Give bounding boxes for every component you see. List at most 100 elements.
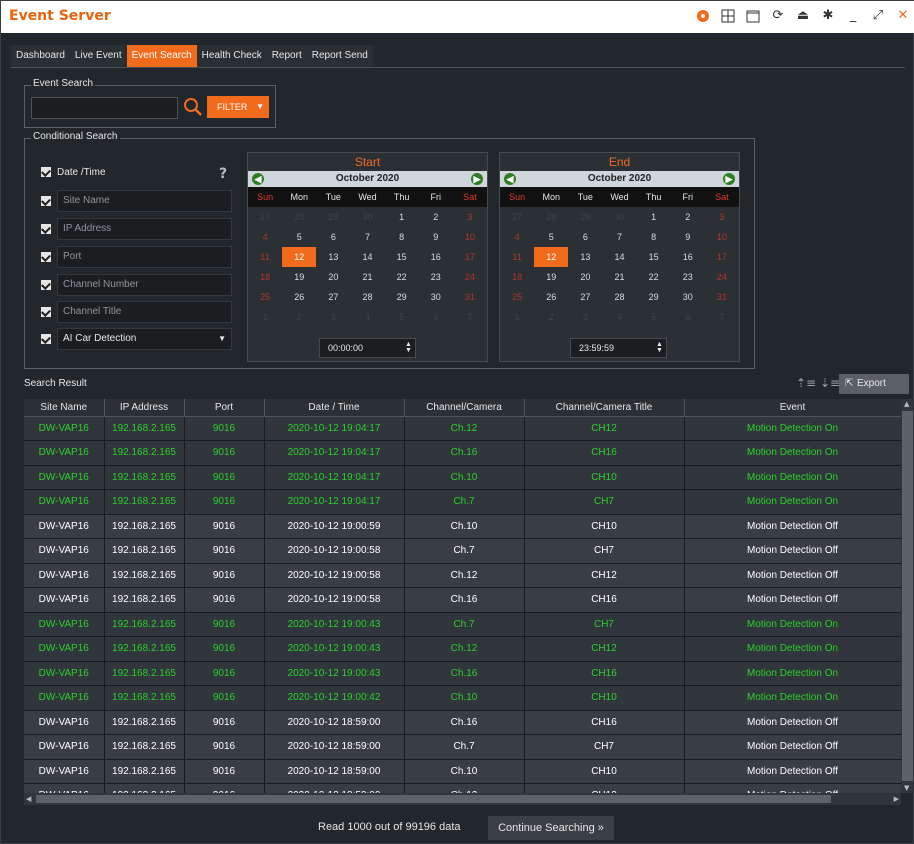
sort-descending-icon[interactable]: ⇣≡ bbox=[820, 376, 840, 390]
scroll-down-icon[interactable]: ▼ bbox=[904, 784, 909, 792]
ai-detection-select[interactable]: AI Car Detection ▼ bbox=[57, 328, 232, 350]
calendar-day[interactable]: 13 bbox=[316, 247, 350, 267]
calendar-day[interactable]: 12 bbox=[282, 247, 317, 267]
tab-report-send[interactable]: Report Send bbox=[306, 45, 373, 67]
channel-title-checkbox[interactable] bbox=[41, 307, 51, 317]
maximize-icon[interactable]: ⤢ bbox=[870, 8, 886, 24]
calendar-day[interactable]: 31 bbox=[453, 287, 487, 307]
calendar-day[interactable]: 8 bbox=[385, 227, 419, 247]
table-row[interactable]: DW-VAP16 192.168.2.165 9016 2020-10-12 19:0… bbox=[24, 465, 901, 490]
calendar-day[interactable]: 3 bbox=[568, 307, 602, 327]
calendar-day[interactable]: 3 bbox=[316, 307, 350, 327]
port-field[interactable]: Port bbox=[57, 246, 232, 268]
table-row[interactable]: DW-VAP16192.168.2.16590162020-10-12 18:5… bbox=[24, 734, 901, 760]
calendar-day[interactable]: 4 bbox=[602, 307, 636, 327]
window-icon[interactable] bbox=[745, 8, 761, 24]
calendar-day[interactable]: 5 bbox=[282, 227, 316, 247]
calendar-day[interactable]: 7 bbox=[350, 227, 384, 247]
calendar-day[interactable]: 2 bbox=[534, 307, 568, 327]
calendar-day[interactable]: 4 bbox=[248, 227, 282, 247]
calendar-day[interactable]: 21 bbox=[350, 267, 384, 287]
calendar-day[interactable]: 1 bbox=[500, 307, 534, 327]
table-row[interactable]: DW-VAP16 192.168.2.165 9016 2020-10-12 19:0… bbox=[24, 538, 901, 564]
calendar-day[interactable]: 15 bbox=[637, 247, 671, 267]
tab-event-search[interactable]: Event Search bbox=[126, 45, 197, 67]
end-time-field[interactable]: 23:59:59 ▲ ▼ bbox=[570, 338, 667, 358]
channel-number-field[interactable]: Channel Number bbox=[57, 274, 232, 296]
table-row[interactable]: DW-VAP16192.168.2.16590162020-10-12 18:5… bbox=[24, 710, 901, 735]
calendar-day[interactable]: 10 bbox=[705, 227, 739, 247]
calendar-day[interactable]: 24 bbox=[705, 267, 739, 287]
calendar-day[interactable]: 7 bbox=[602, 227, 636, 247]
channel-number-checkbox[interactable] bbox=[41, 280, 51, 290]
prev-month-icon[interactable]: ◀ bbox=[504, 173, 516, 185]
site-name-checkbox[interactable] bbox=[41, 196, 51, 206]
table-row[interactable]: DW-VAP16 192.168.2.165 9016 2020-10-12 19:0… bbox=[24, 587, 901, 613]
next-month-icon[interactable]: ▶ bbox=[471, 173, 483, 185]
export-button[interactable]: ⇱ Export bbox=[839, 374, 909, 394]
calendar-day[interactable]: 15 bbox=[385, 247, 419, 267]
refresh-icon[interactable]: ⟳ bbox=[770, 8, 786, 24]
calendar-day[interactable]: 19 bbox=[282, 267, 316, 287]
column-header[interactable]: Date / Time bbox=[264, 399, 405, 417]
calendar-day[interactable]: 18 bbox=[500, 267, 534, 287]
date-time-checkbox[interactable] bbox=[41, 167, 51, 177]
column-header[interactable]: Channel/Camera Title bbox=[524, 399, 685, 417]
calendar-day[interactable]: 5 bbox=[637, 307, 671, 327]
calendar-day[interactable]: 1 bbox=[637, 207, 671, 227]
calendar-day[interactable]: 12 bbox=[534, 247, 569, 267]
calendar-day[interactable]: 20 bbox=[568, 267, 602, 287]
filter-button[interactable]: FILTER ▼ bbox=[207, 96, 269, 118]
calendar-day[interactable]: 22 bbox=[637, 267, 671, 287]
date-time-row[interactable]: Date /Time bbox=[41, 161, 232, 183]
calendar-day[interactable]: 28 bbox=[534, 207, 568, 227]
settings-icon[interactable]: ✱ bbox=[820, 8, 836, 24]
calendar-day[interactable]: 7 bbox=[705, 307, 739, 327]
calendar-day[interactable]: 27 bbox=[316, 287, 350, 307]
calendar-day[interactable]: 4 bbox=[500, 227, 534, 247]
scroll-up-icon[interactable]: ▲ bbox=[904, 400, 909, 408]
calendar-day[interactable]: 27 bbox=[500, 207, 534, 227]
calendar-day[interactable]: 24 bbox=[453, 267, 487, 287]
layout-icon[interactable] bbox=[720, 8, 736, 24]
calendar-day[interactable]: 14 bbox=[602, 247, 636, 267]
calendar-day[interactable]: 30 bbox=[419, 287, 453, 307]
spinner-icon[interactable]: ▲ ▼ bbox=[656, 341, 663, 354]
table-row[interactable]: DW-VAP16 192.168.2.165 9016 2020-10-12 19:0… bbox=[24, 612, 901, 637]
calendar-day[interactable]: 6 bbox=[419, 307, 453, 327]
calendar-day[interactable]: 10 bbox=[453, 227, 487, 247]
calendar-day[interactable]: 17 bbox=[453, 247, 487, 267]
port-checkbox[interactable] bbox=[41, 252, 51, 262]
vertical-scrollbar[interactable]: ▲ ▼ bbox=[901, 399, 914, 793]
tab-dashboard[interactable]: Dashboard bbox=[11, 45, 70, 67]
calendar-day[interactable]: 28 bbox=[350, 287, 384, 307]
scroll-left-icon[interactable]: ◀ bbox=[26, 795, 31, 803]
help-icon[interactable]: ? bbox=[219, 166, 227, 182]
calendar-day[interactable]: 26 bbox=[534, 287, 568, 307]
table-row[interactable]: DW-VAP16 192.168.2.165 9016 2020-10-12 19:0… bbox=[24, 636, 901, 662]
tab-live-event[interactable]: Live Event bbox=[69, 45, 127, 67]
calendar-day[interactable]: 29 bbox=[637, 287, 671, 307]
calendar-day[interactable]: 2 bbox=[671, 207, 705, 227]
table-row[interactable]: DW-VAP16 192.168.2.165 9016 2020-10-12 19:0… bbox=[24, 440, 901, 466]
calendar-day[interactable]: 6 bbox=[671, 307, 705, 327]
calendar-day[interactable]: 30 bbox=[602, 207, 636, 227]
calendar-day[interactable]: 20 bbox=[316, 267, 350, 287]
calendar-day[interactable]: 23 bbox=[419, 267, 453, 287]
calendar-day[interactable]: 25 bbox=[248, 287, 282, 307]
calendar-day[interactable]: 6 bbox=[316, 227, 350, 247]
calendar-day[interactable]: 8 bbox=[637, 227, 671, 247]
continue-searching-button[interactable]: Continue Searching » bbox=[488, 816, 614, 840]
scroll-right-icon[interactable]: ▶ bbox=[894, 795, 899, 803]
calendar-day[interactable]: 5 bbox=[385, 307, 419, 327]
close-icon[interactable]: ✕ bbox=[895, 8, 911, 24]
calendar-day[interactable]: 17 bbox=[705, 247, 739, 267]
calendar-day[interactable]: 28 bbox=[602, 287, 636, 307]
table-row[interactable]: DW-VAP16 192.168.2.165 9016 2020-10-12 19:0… bbox=[24, 514, 901, 539]
calendar-day[interactable]: 27 bbox=[248, 207, 282, 227]
calendar-day[interactable]: 29 bbox=[568, 207, 602, 227]
table-row[interactable]: DW-VAP16192.168.2.16590162020-10-12 18:5… bbox=[24, 759, 901, 784]
lock-icon[interactable]: ⏏ bbox=[795, 8, 811, 24]
column-header[interactable]: Channel/Camera bbox=[404, 399, 525, 417]
calendar-day[interactable]: 9 bbox=[671, 227, 705, 247]
